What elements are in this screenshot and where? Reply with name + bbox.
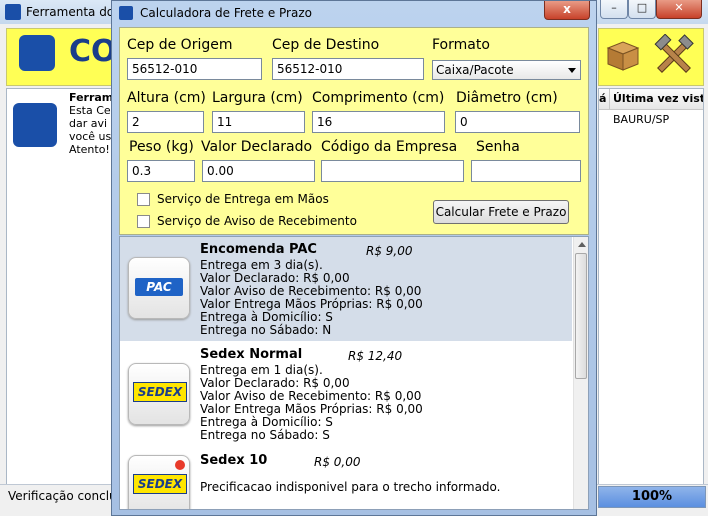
sedex-logo: SEDEX bbox=[128, 363, 190, 425]
app-icon bbox=[5, 4, 21, 20]
codigo-empresa-input[interactable] bbox=[321, 160, 464, 182]
cep-destino-label: Cep de Destino bbox=[272, 37, 380, 53]
input-form: Cep de Origem 56512-010 Cep de Destino 5… bbox=[119, 27, 589, 235]
background-window-title: Ferramenta dos bbox=[26, 5, 121, 19]
news-panel: Ferram Esta Ce dar avi você us Atento! bbox=[6, 88, 112, 486]
dialog-title: Calculadora de Frete e Prazo bbox=[140, 6, 312, 20]
pac-logo: PAC bbox=[128, 257, 190, 319]
close-icon: ✕ bbox=[674, 1, 684, 14]
news-text: Ferram Esta Ce dar avi você us Atento! bbox=[69, 91, 111, 156]
vertical-scrollbar[interactable] bbox=[573, 237, 588, 509]
cep-destino-input[interactable]: 56512-010 bbox=[272, 58, 424, 80]
service-name: Encomenda PAC bbox=[200, 242, 317, 257]
dialog-title-bar[interactable]: Calculadora de Frete e Prazo bbox=[112, 1, 596, 25]
dialog-app-icon bbox=[119, 6, 133, 20]
altura-input[interactable]: 2 bbox=[127, 111, 204, 133]
service-price: R$ 12,40 bbox=[348, 349, 403, 363]
news-line: Atento! bbox=[69, 143, 110, 156]
largura-label: Largura (cm) bbox=[212, 90, 303, 106]
sedex10-logo: SEDEX bbox=[128, 455, 190, 509]
package-icon[interactable] bbox=[604, 36, 642, 74]
services-list: PAC Encomenda PAC R$ 9,00 Entrega em 3 d… bbox=[119, 236, 589, 510]
news-line: Esta Ce bbox=[69, 104, 111, 117]
cep-origem-label: Cep de Origem bbox=[127, 37, 233, 53]
maximize-icon: □ bbox=[636, 1, 648, 14]
formato-selected-value: Caixa/Pacote bbox=[436, 63, 514, 77]
progress-label: 100% bbox=[631, 489, 673, 504]
column-header-label: á bbox=[599, 92, 607, 105]
tracking-table: á Última vez visto BAURU/SP bbox=[598, 88, 704, 486]
aviso-recebimento-checkbox[interactable] bbox=[137, 215, 150, 228]
largura-input[interactable]: 11 bbox=[212, 111, 305, 133]
correios-banner: CO bbox=[6, 28, 112, 86]
sedex-logo-text: SEDEX bbox=[133, 382, 187, 402]
valor-declarado-input[interactable]: 0.00 bbox=[202, 160, 315, 182]
entrega-maos-checkbox[interactable] bbox=[137, 193, 150, 206]
cep-origem-input[interactable]: 56512-010 bbox=[127, 58, 262, 80]
calculator-dialog: Calculadora de Frete e Prazo x Cep de Or… bbox=[111, 0, 597, 516]
senha-input[interactable] bbox=[471, 160, 581, 182]
calcular-button[interactable]: Calcular Frete e Prazo bbox=[433, 200, 569, 224]
banner-text: CO bbox=[69, 34, 112, 69]
peso-input[interactable]: 0.3 bbox=[127, 160, 195, 182]
sedex10-logo-text: SEDEX bbox=[133, 474, 187, 494]
service-detail: Precificacao indisponivel para o trecho … bbox=[200, 480, 501, 494]
service-price: R$ 0,00 bbox=[314, 455, 361, 469]
service-detail: Entrega no Sábado: S bbox=[200, 428, 330, 442]
correios-logo bbox=[19, 35, 55, 71]
background-close-button[interactable]: ✕ bbox=[656, 0, 702, 19]
column-header-last-seen[interactable]: Última vez visto bbox=[613, 89, 703, 109]
peso-label: Peso (kg) bbox=[129, 139, 194, 155]
status-text: Verificação concluíd bbox=[8, 489, 128, 503]
aviso-recebimento-label[interactable]: Serviço de Aviso de Recebimento bbox=[157, 214, 357, 228]
diametro-input[interactable]: 0 bbox=[455, 111, 580, 133]
close-icon: x bbox=[563, 2, 571, 16]
entrega-maos-label[interactable]: Serviço de Entrega em Mãos bbox=[157, 192, 329, 206]
column-header[interactable]: á bbox=[599, 89, 610, 109]
pac-logo-text: PAC bbox=[135, 278, 183, 296]
scroll-up-icon[interactable] bbox=[578, 242, 586, 247]
news-line: Ferram bbox=[69, 91, 111, 104]
service-name: Sedex Normal bbox=[200, 347, 303, 362]
chevron-down-icon bbox=[568, 68, 576, 73]
news-line: dar avi bbox=[69, 117, 108, 130]
service-price: R$ 9,00 bbox=[366, 244, 413, 258]
table-header: á Última vez visto bbox=[599, 89, 703, 110]
service-detail: Entrega no Sábado: N bbox=[200, 323, 332, 337]
minimize-icon: – bbox=[611, 1, 617, 14]
badge-icon bbox=[175, 460, 185, 470]
list-item[interactable]: SEDEX Sedex 10 R$ 0,00 Precificacao indi… bbox=[120, 447, 572, 509]
codigo-empresa-label: Código da Empresa bbox=[321, 139, 458, 155]
comprimento-input[interactable]: 16 bbox=[312, 111, 445, 133]
correios-logo-small bbox=[13, 103, 57, 147]
scrollbar-thumb[interactable] bbox=[575, 253, 587, 379]
list-item[interactable]: SEDEX Sedex Normal R$ 12,40 Entrega em 1… bbox=[120, 341, 572, 447]
altura-label: Altura (cm) bbox=[127, 90, 206, 106]
dialog-close-button[interactable]: x bbox=[544, 1, 590, 20]
comprimento-label: Comprimento (cm) bbox=[312, 90, 445, 106]
service-name: Sedex 10 bbox=[200, 453, 268, 468]
minimize-button[interactable]: – bbox=[600, 0, 628, 19]
formato-select[interactable]: Caixa/Pacote bbox=[432, 60, 581, 80]
valor-declarado-label: Valor Declarado bbox=[201, 139, 313, 155]
tools-icon[interactable] bbox=[652, 34, 696, 78]
diametro-label: Diâmetro (cm) bbox=[456, 90, 558, 106]
maximize-button[interactable]: □ bbox=[628, 0, 656, 19]
formato-label: Formato bbox=[432, 37, 490, 53]
table-cell[interactable]: BAURU/SP bbox=[613, 113, 669, 126]
list-item[interactable]: PAC Encomenda PAC R$ 9,00 Entrega em 3 d… bbox=[120, 237, 572, 341]
senha-label: Senha bbox=[476, 139, 520, 155]
news-line: você us bbox=[69, 130, 111, 143]
progress-bar: 100% bbox=[598, 486, 706, 508]
